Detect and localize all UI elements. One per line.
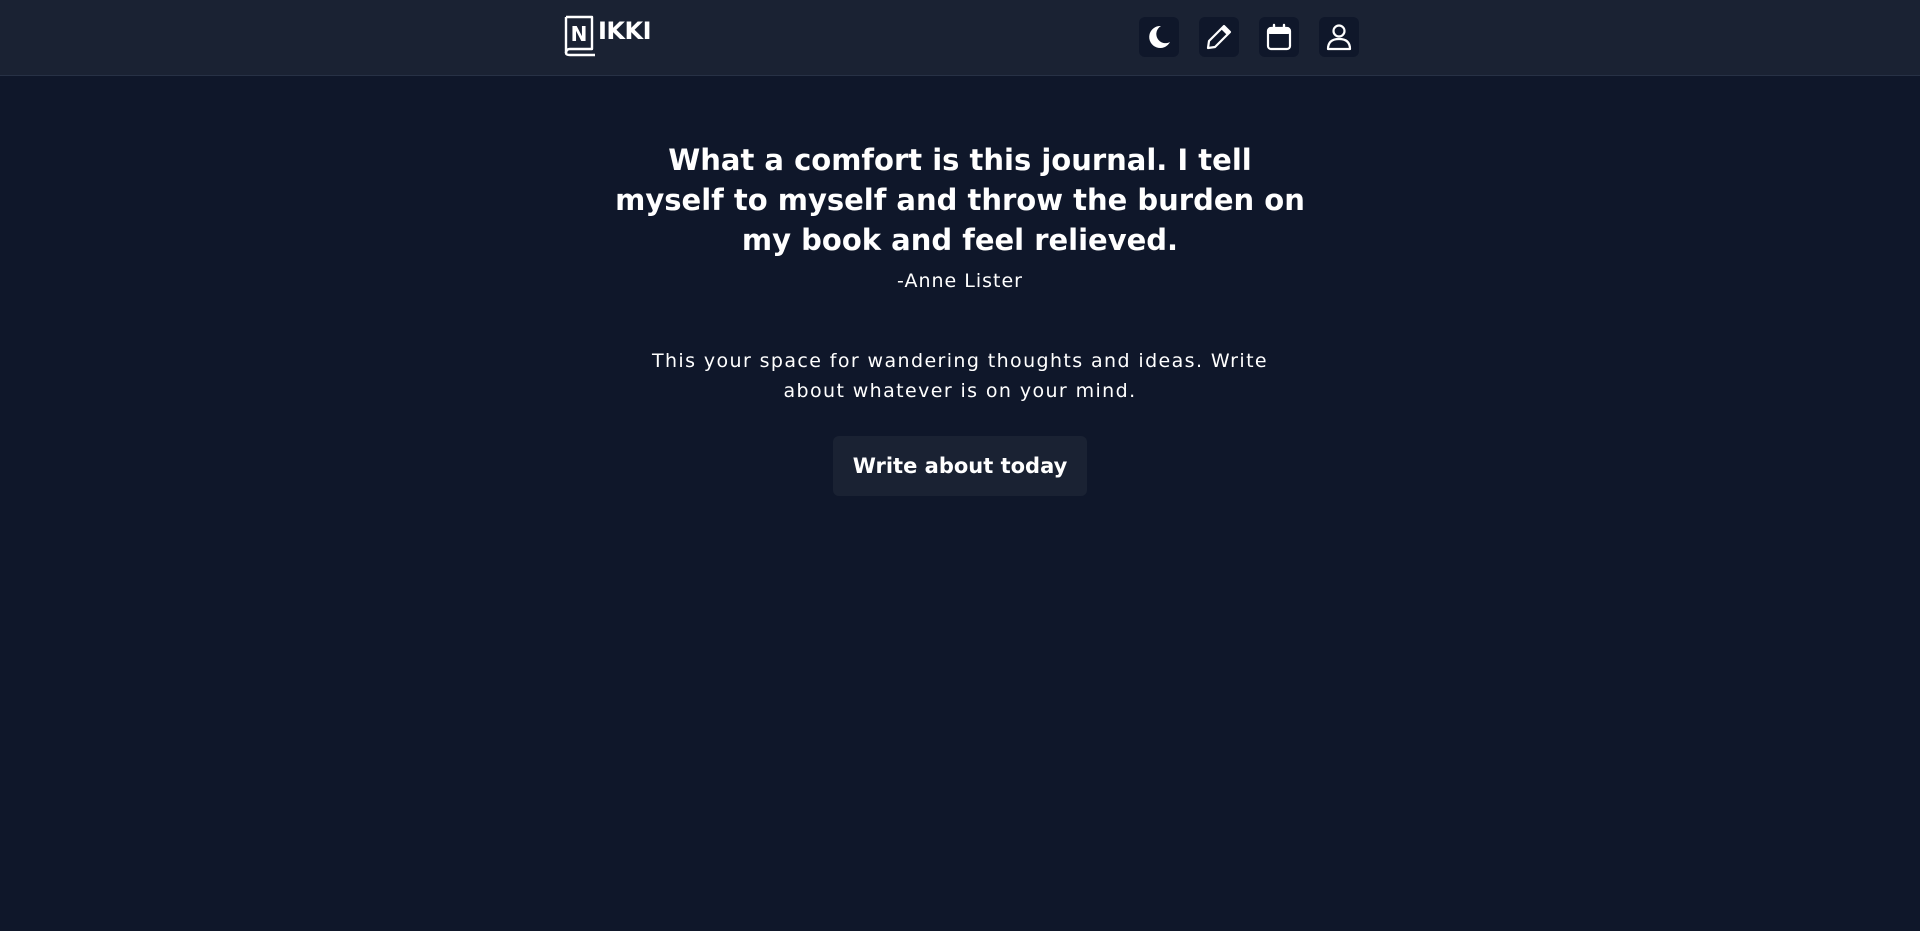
logo-text: IKKI [598, 17, 652, 45]
pencil-icon [1206, 24, 1232, 50]
nav-actions [1139, 17, 1359, 57]
logo-letter: N [571, 22, 588, 46]
quote-text: What a comfort is this journal. I tell m… [615, 143, 1305, 257]
write-button[interactable] [1199, 17, 1239, 57]
profile-button[interactable] [1319, 17, 1359, 57]
write-about-today-button[interactable]: Write about today [832, 436, 1088, 496]
book-logo-icon: N [564, 15, 595, 57]
app-logo[interactable]: N IKKI [562, 15, 652, 57]
quote-author: -Anne Lister [897, 270, 1023, 292]
user-icon [1326, 24, 1352, 51]
calendar-button[interactable] [1259, 17, 1299, 57]
moon-icon [1149, 25, 1170, 48]
top-navbar: N IKKI [0, 0, 1920, 76]
calendar-icon [1266, 23, 1292, 51]
theme-toggle-button[interactable] [1139, 17, 1179, 57]
intro-text: This your space for wandering thoughts a… [651, 350, 1269, 402]
main-content: What a comfort is this journal. I tell m… [0, 76, 1920, 496]
